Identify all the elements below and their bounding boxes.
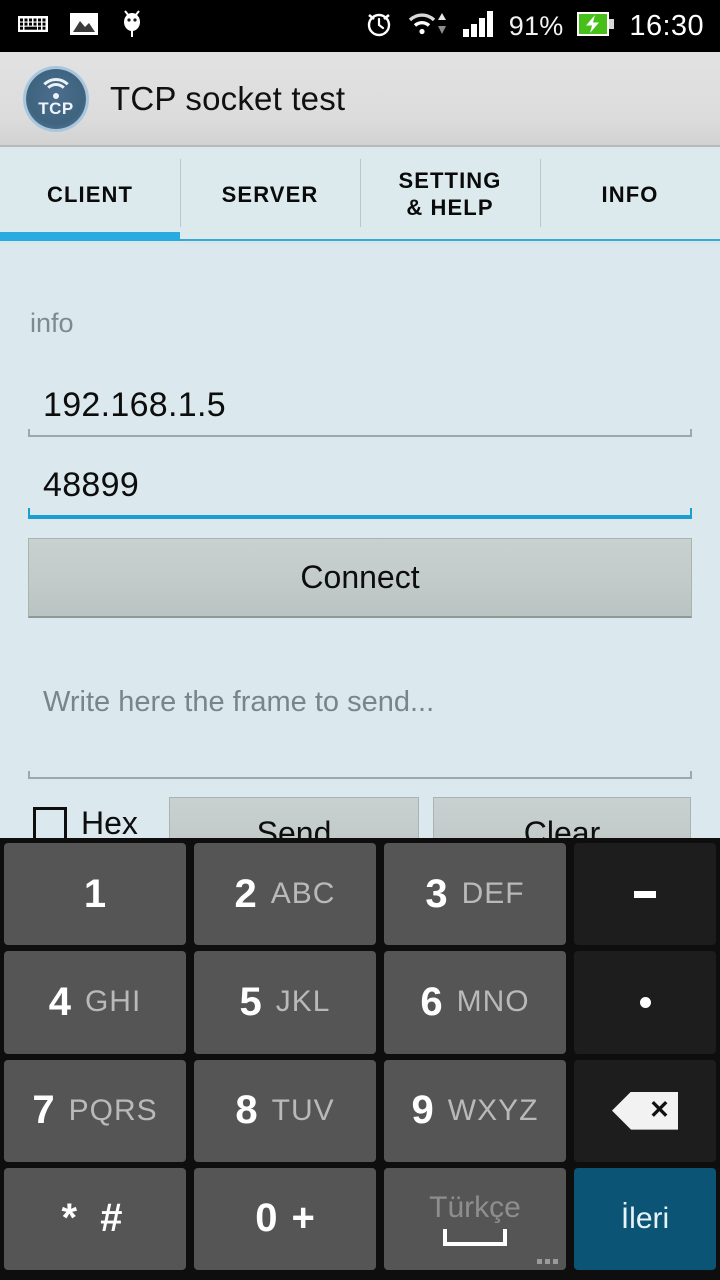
- key-2[interactable]: 2 ABC: [194, 843, 376, 946]
- key-4[interactable]: 4 GHI: [4, 951, 186, 1054]
- key-0-plus: +: [291, 1196, 315, 1241]
- key-backspace[interactable]: ✕: [574, 1059, 716, 1162]
- key-8-digit: 8: [235, 1088, 258, 1133]
- key-9-digit: 9: [411, 1088, 434, 1133]
- key-symbols[interactable]: * #: [4, 1167, 186, 1270]
- app-icon-text: TCP: [38, 98, 74, 118]
- key-7-letters: PQRS: [68, 1093, 158, 1127]
- space-bar-icon: [443, 1229, 507, 1247]
- key-3-letters: DEF: [461, 877, 525, 911]
- key-0[interactable]: 0 +: [194, 1167, 376, 1270]
- tab-info-label: INFO: [601, 181, 659, 207]
- key-4-letters: GHI: [84, 985, 142, 1019]
- tab-client-label: CLIENT: [46, 181, 134, 207]
- hex-checkbox[interactable]: Hex: [33, 805, 138, 842]
- key-6-digit: 6: [420, 979, 443, 1024]
- keyboard-row-2: 4 GHI 5 JKL 6 MNO: [4, 951, 716, 1054]
- keyboard-icon: [18, 14, 48, 39]
- frame-input-field[interactable]: Write here the frame to send...: [28, 686, 692, 779]
- key-enter-label: İleri: [620, 1201, 670, 1235]
- key-period[interactable]: [574, 951, 716, 1054]
- key-8[interactable]: 8 TUV: [194, 1059, 376, 1162]
- battery-percent-label: 91%: [508, 10, 564, 41]
- keyboard-row-3: 7 PQRS 8 TUV 9 WXYZ ✕: [4, 1059, 716, 1162]
- key-5-letters: JKL: [275, 985, 331, 1019]
- battery-charging-icon: [577, 11, 615, 41]
- signal-bars-icon: [462, 10, 495, 42]
- ip-address-field[interactable]: 192.168.1.5: [28, 386, 692, 437]
- page-title: TCP socket test: [110, 79, 346, 117]
- key-2-digit: 2: [234, 871, 257, 916]
- port-underline: [28, 508, 692, 519]
- key-4-digit: 4: [48, 979, 71, 1024]
- tab-client[interactable]: CLIENT: [0, 149, 180, 241]
- ip-address-value: 192.168.1.5: [43, 386, 226, 424]
- frame-input-underline: [28, 771, 692, 779]
- image-icon: [70, 12, 98, 41]
- tab-client-indicator: [0, 232, 180, 241]
- port-field[interactable]: 48899: [28, 466, 692, 519]
- tab-setting-help-line2: & HELP: [406, 195, 494, 220]
- key-5[interactable]: 5 JKL: [194, 951, 376, 1054]
- key-space[interactable]: Türkçe: [384, 1167, 566, 1270]
- key-1[interactable]: 1: [4, 843, 186, 946]
- port-value: 48899: [43, 466, 140, 504]
- alarm-icon: [365, 10, 393, 43]
- tab-bar: CLIENT SERVER SETTING & HELP INFO: [0, 149, 720, 241]
- clock-label: 16:30: [629, 9, 704, 42]
- bug-icon: [120, 9, 144, 43]
- key-dash[interactable]: [574, 843, 716, 946]
- numeric-keyboard: 1 2 ABC 3 DEF 4 GHI 5 JKL 6 MNO 7 PQRS 8…: [0, 838, 720, 1280]
- dash-icon: [634, 890, 656, 898]
- frame-input-placeholder: Write here the frame to send...: [43, 686, 435, 718]
- tab-server[interactable]: SERVER: [180, 149, 360, 241]
- connect-button[interactable]: Connect: [28, 538, 692, 618]
- hex-checkbox-box[interactable]: [33, 806, 67, 841]
- phone-screen: 91% 16:30 TCP TCP socket test CLIENT SER…: [0, 0, 720, 1280]
- status-bar-right-icons: 91% 16:30: [365, 10, 704, 43]
- key-3-digit: 3: [425, 871, 448, 916]
- tab-setting-help-line1: SETTING: [398, 168, 502, 194]
- key-1-digit: 1: [83, 871, 107, 916]
- key-6-letters: MNO: [456, 985, 530, 1019]
- tcp-app-icon: TCP: [26, 68, 86, 129]
- period-icon: [639, 996, 651, 1008]
- keyboard-options-dots-icon[interactable]: [537, 1259, 558, 1264]
- hex-checkbox-label: Hex: [81, 805, 138, 841]
- key-5-digit: 5: [239, 979, 262, 1024]
- tab-setting-help-label: SETTING & HELP: [398, 168, 501, 222]
- keyboard-row-4: * # 0 + Türkçe İleri: [4, 1167, 716, 1270]
- key-3[interactable]: 3 DEF: [384, 843, 566, 946]
- wifi-icon: [407, 10, 449, 43]
- backspace-icon: ✕: [612, 1091, 678, 1130]
- ip-address-underline: [28, 429, 692, 437]
- status-bar-left-icons: [18, 9, 144, 43]
- tab-setting-help[interactable]: SETTING & HELP: [360, 149, 540, 241]
- key-7-digit: 7: [32, 1088, 55, 1133]
- keyboard-row-1: 1 2 ABC 3 DEF: [4, 843, 716, 946]
- key-6[interactable]: 6 MNO: [384, 951, 566, 1054]
- connect-button-label: Connect: [300, 559, 420, 595]
- action-bar: TCP TCP socket test: [0, 52, 720, 147]
- key-9-letters: WXYZ: [447, 1093, 539, 1127]
- key-space-language-label: Türkçe: [429, 1191, 521, 1225]
- info-section-label: info: [30, 308, 74, 338]
- key-symbols-label: * #: [61, 1196, 129, 1241]
- key-enter[interactable]: İleri: [574, 1167, 716, 1270]
- key-9[interactable]: 9 WXYZ: [384, 1059, 566, 1162]
- status-bar: 91% 16:30: [0, 0, 720, 52]
- key-7[interactable]: 7 PQRS: [4, 1059, 186, 1162]
- key-2-letters: ABC: [270, 877, 336, 911]
- key-0-digit: 0: [255, 1196, 278, 1241]
- key-8-letters: TUV: [271, 1093, 335, 1127]
- tab-info[interactable]: INFO: [540, 149, 720, 241]
- tab-server-label: SERVER: [221, 181, 319, 207]
